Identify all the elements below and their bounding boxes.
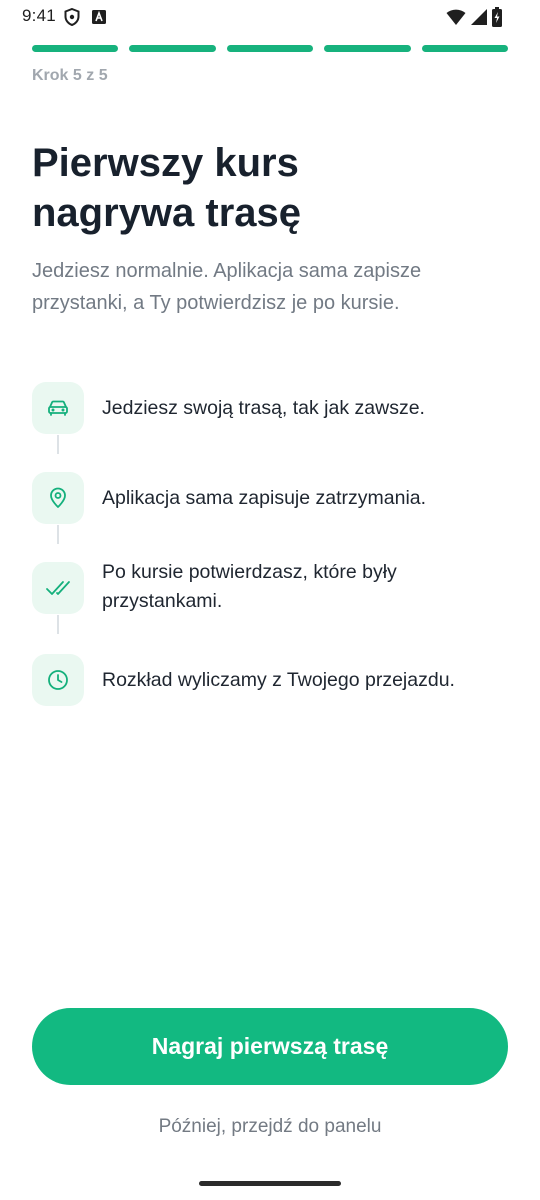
page-title-line-1: Pierwszy kurs <box>32 141 299 185</box>
progress-segment-3 <box>226 45 314 52</box>
cell-signal-icon <box>470 8 488 31</box>
step-text: Jedziesz swoją trasą, tak jak zawsze. <box>102 397 425 419</box>
map-pin-icon <box>32 472 84 524</box>
progress-segment-4 <box>324 45 411 52</box>
step-text: Rozkład wyliczamy z Twojego przejazdu. <box>102 669 455 691</box>
car-icon <box>32 382 84 434</box>
status-time: 9:41 <box>22 6 56 25</box>
record-first-route-button[interactable]: Nagraj pierwszą trasę <box>32 1008 508 1085</box>
step-connector <box>57 525 59 544</box>
step-connector <box>57 435 59 454</box>
page-title: Pierwszy kurs nagrywa trasę <box>32 138 502 238</box>
skip-to-dashboard-link[interactable]: Później, przejdź do panelu <box>0 1116 540 1138</box>
status-right-icons <box>446 7 502 32</box>
wifi-icon <box>446 8 466 31</box>
progress-segment-5 <box>421 45 509 52</box>
progress-segment-2 <box>129 45 216 52</box>
home-indicator[interactable] <box>199 1181 341 1186</box>
battery-charging-icon <box>492 7 502 32</box>
progress-segment-1 <box>32 45 119 52</box>
status-left-icons <box>64 7 106 31</box>
page-title-line-2: nagrywa trasę <box>32 191 302 235</box>
shield-icon <box>64 7 80 31</box>
step-text: Po kursie potwierdzasz, które były przys… <box>102 561 397 612</box>
status-bar: 9:41 <box>0 0 540 34</box>
step-connector <box>57 615 59 634</box>
page-subtitle: Jedziesz normalnie. Aplikacja sama zapis… <box>32 260 422 314</box>
step-text: Aplikacja sama zapisuje zatrzymania. <box>102 487 427 509</box>
step-counter: Krok 5 z 5 <box>32 67 108 84</box>
double-check-icon <box>32 562 84 614</box>
font-a-icon <box>92 10 106 29</box>
onboarding-progress <box>32 45 509 52</box>
clock-icon <box>32 654 84 706</box>
